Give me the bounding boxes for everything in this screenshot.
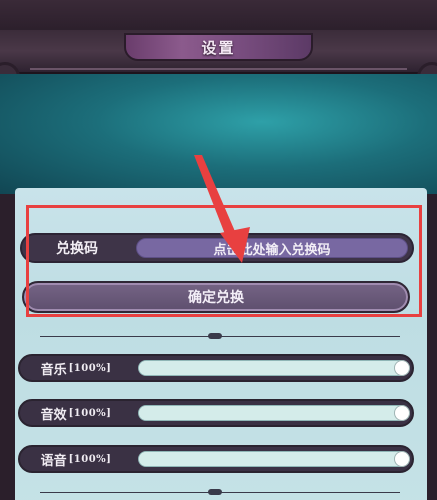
voice-slider-knob[interactable] — [394, 451, 410, 467]
music-slider[interactable] — [138, 360, 410, 376]
sfx-slider-fill — [139, 406, 409, 420]
sfx-slider-row: 音效 [100%] — [18, 399, 414, 427]
top-bar — [0, 0, 437, 34]
divider-knot — [208, 333, 222, 339]
voice-slider[interactable] — [138, 451, 410, 467]
divider-knot — [208, 489, 222, 495]
music-slider-row: 音乐 [100%] — [18, 354, 414, 382]
music-slider-knob[interactable] — [394, 360, 410, 376]
voice-slider-row: 语音 [100%] — [18, 445, 414, 473]
sfx-slider-knob[interactable] — [394, 405, 410, 421]
sfx-label: 音效 [100%] — [40, 407, 112, 423]
voice-label: 语音 [100%] — [40, 453, 112, 469]
music-label: 音乐 [100%] — [40, 362, 112, 378]
voice-slider-fill — [139, 452, 409, 466]
pointer-arrow-icon — [194, 155, 250, 263]
title-plate: 设置 — [124, 33, 313, 61]
music-slider-fill — [139, 361, 409, 375]
page-title: 设置 — [201, 38, 236, 57]
sfx-slider[interactable] — [138, 405, 410, 421]
